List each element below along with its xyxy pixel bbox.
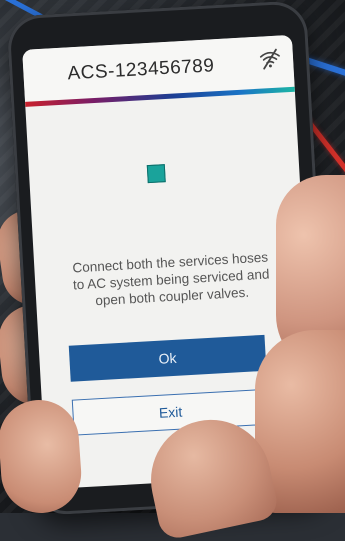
ok-button[interactable]: Ok xyxy=(68,334,267,382)
status-square-icon xyxy=(146,164,166,184)
wifi-off-icon[interactable] xyxy=(258,48,281,71)
instruction-message: Connect both the services hoses to AC sy… xyxy=(72,249,270,309)
device-title: ACS-123456789 xyxy=(66,55,215,85)
